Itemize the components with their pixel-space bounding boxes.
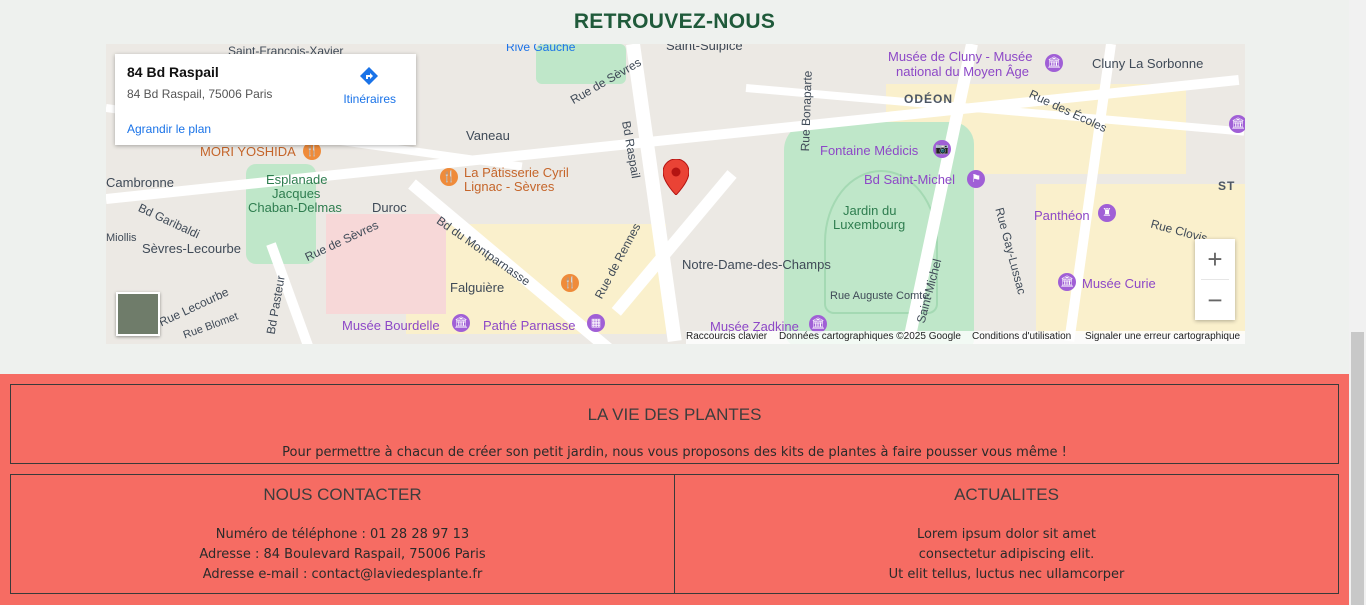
footer: LA VIE DES PLANTES Pour permettre à chac… — [0, 374, 1349, 605]
news-line: Ut elit tellus, luctus nec ullamcorper — [888, 567, 1125, 582]
map-label: Luxembourg — [833, 217, 906, 232]
satellite-layer-toggle[interactable] — [116, 292, 160, 336]
contact-address: Adresse : 84 Boulevard Raspail, 75006 Pa… — [199, 547, 486, 562]
map-label: Rue Auguste Comte — [830, 290, 929, 302]
museum-icon[interactable]: 🏛 — [1058, 273, 1076, 291]
map-label: Notre-Dame-des-Champs — [682, 257, 831, 272]
map-label: MORI YOSHIDA — [200, 144, 296, 159]
map-attribution: Raccourcis clavier Données cartographiqu… — [686, 331, 1245, 344]
cinema-icon[interactable]: ▦ — [587, 314, 605, 332]
section-title: RETROUVEZ-NOUS — [573, 10, 776, 33]
news-section: ACTUALITES Lorem ipsum dolor sit amet co… — [674, 474, 1339, 594]
enlarge-map-link[interactable]: Agrandir le plan — [127, 122, 211, 136]
contact-title: NOUS CONTACTER — [263, 485, 422, 504]
monument-icon[interactable]: ♜ — [1098, 204, 1116, 222]
map-area — [326, 214, 446, 314]
map-label: national du Moyen Âge — [896, 64, 1029, 79]
map-label: Miollis — [106, 232, 137, 244]
restaurant-icon[interactable]: 🍴 — [440, 168, 458, 186]
map-label: Bd Garibaldi — [136, 200, 202, 242]
directions-icon[interactable] — [359, 66, 379, 86]
map-data-text: Données cartographiques ©2025 Google — [779, 331, 961, 342]
map-label: Musée Curie — [1082, 276, 1156, 291]
map-label: ODÉON — [904, 92, 954, 106]
contact-phone: Numéro de téléphone : 01 28 28 97 13 — [215, 527, 470, 542]
map-label: Saint-Sulpice — [666, 44, 743, 53]
news-line: Lorem ipsum dolor sit amet — [916, 527, 1097, 542]
contact-section: NOUS CONTACTER Numéro de téléphone : 01 … — [10, 474, 675, 594]
scrollbar-thumb[interactable] — [1351, 332, 1364, 605]
map-label: Panthéon — [1034, 208, 1090, 223]
map-label: Rue Gay-Lussac — [992, 206, 1030, 296]
about-section: LA VIE DES PLANTES Pour permettre à chac… — [10, 384, 1339, 464]
map-label: La Pâtisserie Cyril — [464, 165, 569, 180]
museum-icon[interactable]: 🏛 — [1045, 54, 1063, 72]
map-label: Cambronne — [106, 175, 174, 190]
place-address: 84 Bd Raspail, 75006 Paris — [127, 87, 273, 101]
terms-link[interactable]: Conditions d'utilisation — [972, 331, 1071, 342]
report-error-link[interactable]: Signaler une erreur cartographique — [1085, 331, 1240, 342]
map-label: Rive Gauche — [506, 44, 576, 54]
map-label: Sèvres-Lecourbe — [142, 241, 241, 256]
map-label: Bd Saint-Michel — [864, 172, 956, 187]
zoom-control: + − — [1195, 239, 1235, 320]
map-label: Falguière — [450, 280, 505, 295]
map-label: Lignac - Sèvres — [464, 179, 555, 194]
map-label: Vaneau — [466, 128, 510, 143]
directions-link[interactable]: Itinéraires — [343, 92, 396, 106]
map-label: Musée Bourdelle — [342, 318, 440, 333]
zoom-out-button[interactable]: − — [1195, 280, 1235, 320]
camera-icon[interactable]: 📷 — [933, 140, 951, 158]
about-title: LA VIE DES PLANTES — [587, 405, 762, 424]
location-pin-icon[interactable] — [663, 159, 689, 195]
map-label: Jacques — [272, 186, 321, 201]
map-label: Bd Pasteur — [263, 274, 288, 336]
map-label: Chaban-Delmas — [248, 200, 342, 215]
museum-icon[interactable]: 🏛 — [1229, 115, 1245, 133]
map-label: Duroc — [372, 200, 407, 215]
map-info-card: 84 Bd Raspail 84 Bd Raspail, 75006 Paris… — [115, 54, 416, 145]
news-line: consectetur adipiscing elit. — [918, 547, 1095, 562]
restaurant-icon[interactable]: 🍴 — [561, 274, 579, 292]
map-label: Fontaine Médicis — [820, 143, 919, 158]
map-label: Pathé Parnasse — [483, 318, 576, 333]
zoom-in-button[interactable]: + — [1195, 239, 1235, 279]
about-text: Pour permettre à chacun de créer son pet… — [282, 445, 1067, 460]
news-title: ACTUALITES — [954, 485, 1059, 504]
keyboard-shortcuts-link[interactable]: Raccourcis clavier — [686, 331, 767, 342]
map-label: Cluny La Sorbonne — [1092, 56, 1204, 71]
museum-icon[interactable]: 🏛 — [452, 314, 470, 332]
map-label: Esplanade — [266, 172, 328, 187]
map-label: Rue Bonaparte — [797, 70, 815, 152]
map-label: Jardin du — [843, 203, 897, 218]
place-name: 84 Bd Raspail — [127, 64, 219, 80]
map-label: ST — [1218, 179, 1236, 193]
contact-email: Adresse e-mail : contact@laviedesplante.… — [202, 567, 483, 582]
bookmark-icon[interactable]: ⚑ — [967, 170, 985, 188]
map-label: Musée de Cluny - Musée — [888, 49, 1033, 64]
